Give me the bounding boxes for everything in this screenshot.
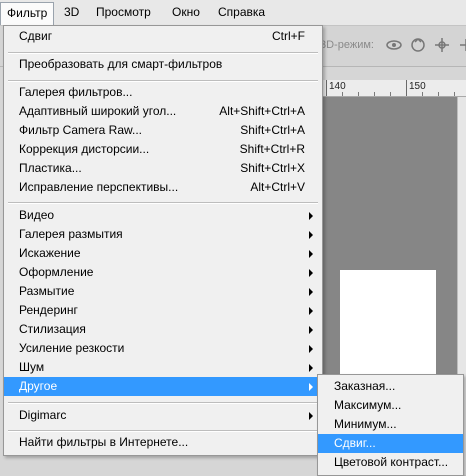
menu-item-vanishing-point[interactable]: Исправление перспективы... Alt+Ctrl+V (4, 178, 322, 197)
submenu-item-label: Цветовой контраст... (334, 455, 449, 469)
ruler-minor-tick (358, 92, 359, 96)
menu-window[interactable]: Окно (166, 2, 206, 23)
menu-filter[interactable]: Фильтр (0, 2, 55, 25)
menu-item-shortcut: Alt+Shift+Ctrl+A (219, 104, 305, 118)
menu-item-adaptive-wide-angle[interactable]: Адаптивный широкий угол... Alt+Shift+Ctr… (4, 102, 322, 121)
menu-item-label: Рендеринг (19, 303, 78, 317)
submenu-arrow-icon (309, 288, 313, 296)
menu-item-label: Сдвиг (19, 29, 53, 43)
ruler-minor-tick (438, 92, 439, 96)
menu-item-lens-correction[interactable]: Коррекция дисторсии... Shift+Ctrl+R (4, 140, 322, 159)
submenu-arrow-icon (309, 345, 313, 353)
submenu-arrow-icon (309, 364, 313, 372)
filter-menu: Сдвиг Ctrl+F Преобразовать для смарт-фил… (3, 25, 323, 456)
menu-item-label: Искажение (19, 246, 81, 260)
submenu-item-custom[interactable]: Заказная... (318, 377, 463, 396)
menu-item-label: Пластика... (19, 161, 82, 175)
menu-separator (8, 402, 318, 404)
menu-item-label: Адаптивный широкий угол... (19, 104, 177, 118)
rotate-3d-icon[interactable] (384, 36, 404, 56)
submenu-item-label: Заказная... (334, 379, 396, 393)
menu-item-liquify[interactable]: Пластика... Shift+Ctrl+X (4, 159, 322, 178)
submenu-item-minimum[interactable]: Минимум... (318, 415, 463, 434)
submenu-item-label: Минимум... (334, 417, 397, 431)
menu-3d[interactable]: 3D (58, 2, 85, 23)
submenu-item-offset[interactable]: Сдвиг... (318, 434, 463, 453)
menu-item-pixelate[interactable]: Оформление (4, 263, 322, 282)
menu-item-label: Digimarc (19, 408, 67, 422)
submenu-arrow-icon (309, 383, 313, 391)
menu-item-label: Исправление перспективы... (19, 180, 179, 194)
submenu-item-maximum[interactable]: Максимум... (318, 396, 463, 415)
submenu-arrow-icon (309, 250, 313, 258)
menu-item-camera-raw[interactable]: Фильтр Camera Raw... Shift+Ctrl+A (4, 121, 322, 140)
menu-item-label: Коррекция дисторсии... (19, 142, 150, 156)
submenu-item-high-pass[interactable]: Цветовой контраст... (318, 453, 463, 472)
submenu-arrow-icon (309, 412, 313, 420)
menu-item-stylize[interactable]: Стилизация (4, 320, 322, 339)
menu-item-browse-filters-online[interactable]: Найти фильтры в Интернете... (4, 433, 322, 452)
menu-item-shortcut: Alt+Ctrl+V (250, 180, 305, 194)
ruler-label-140: 140 (329, 81, 346, 92)
menu-item-shortcut: Shift+Ctrl+R (239, 142, 305, 156)
menu-item-other[interactable]: Другое (4, 377, 322, 396)
menu-item-label: Преобразовать для смарт-фильтров (19, 57, 223, 71)
menu-bar: Фильтр 3D Просмотр Окно Справка (0, 0, 466, 26)
menu-item-label: Стилизация (19, 322, 86, 336)
ruler-minor-tick (374, 92, 375, 96)
submenu-item-label: Максимум... (334, 398, 402, 412)
menu-item-noise[interactable]: Шум (4, 358, 322, 377)
submenu-arrow-icon (309, 269, 313, 277)
menu-item-label: Размытие (19, 284, 75, 298)
menu-item-label: Найти фильтры в Интернете... (19, 435, 189, 449)
ruler-minor-tick (390, 92, 391, 96)
submenu-arrow-icon (309, 231, 313, 239)
ruler-major-tick (326, 80, 327, 96)
menu-item-label: Видео (19, 208, 55, 222)
menu-separator (8, 80, 318, 82)
ruler-label-150: 150 (409, 81, 426, 92)
menu-item-filter-gallery[interactable]: Галерея фильтров... (4, 83, 322, 102)
menu-separator (8, 52, 318, 54)
ruler-minor-tick (342, 92, 343, 96)
menu-item-label: Оформление (19, 265, 94, 279)
menu-item-label: Другое (19, 379, 58, 393)
menu-view[interactable]: Просмотр (90, 2, 157, 23)
submenu-arrow-icon (309, 326, 313, 334)
menu-item-label: Усиление резкости (19, 341, 125, 355)
menu-item-convert-smart-filters[interactable]: Преобразовать для смарт-фильтров (4, 55, 322, 74)
menu-item-blur-gallery[interactable]: Галерея размытия (4, 225, 322, 244)
menu-item-label: Фильтр Camera Raw... (19, 123, 143, 137)
menu-item-video[interactable]: Видео (4, 206, 322, 225)
menu-separator (8, 202, 318, 204)
menu-item-render[interactable]: Рендеринг (4, 301, 322, 320)
menu-item-label: Галерея размытия (19, 227, 123, 241)
roll-3d-icon[interactable] (408, 36, 428, 56)
submenu-arrow-icon (309, 212, 313, 220)
menu-item-label: Галерея фильтров... (19, 85, 133, 99)
menu-item-shortcut: Shift+Ctrl+X (240, 161, 305, 175)
menu-item-digimarc[interactable]: Digimarc (4, 406, 322, 425)
ruler-major-tick (406, 80, 407, 96)
other-submenu: Заказная... Максимум... Минимум... Сдвиг… (317, 374, 464, 476)
menu-item-last-filter[interactable]: Сдвиг Ctrl+F (4, 27, 322, 46)
menu-item-sharpen[interactable]: Усиление резкости (4, 339, 322, 358)
horizontal-ruler: 140 150 (322, 80, 466, 97)
pan-3d-icon[interactable] (432, 36, 452, 56)
menu-item-label: Шум (19, 360, 45, 374)
menu-item-shortcut: Ctrl+F (272, 29, 305, 43)
submenu-arrow-icon (309, 307, 313, 315)
ruler-minor-tick (454, 92, 455, 96)
submenu-item-label: Сдвиг... (334, 436, 376, 450)
ruler-minor-tick (422, 92, 423, 96)
menu-help[interactable]: Справка (212, 2, 271, 23)
menu-item-blur[interactable]: Размытие (4, 282, 322, 301)
slide-3d-icon[interactable] (456, 36, 466, 56)
menu-item-distort[interactable]: Искажение (4, 244, 322, 263)
mode-3d-label: 3D-режим: (320, 39, 374, 51)
menu-item-shortcut: Shift+Ctrl+A (240, 123, 305, 137)
menu-separator (8, 430, 318, 432)
